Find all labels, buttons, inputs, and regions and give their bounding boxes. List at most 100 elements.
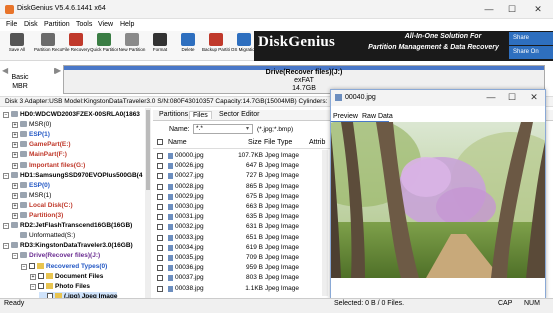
- disk-tree[interactable]: − HD0:WDCWD2003FZEX-00SRLA0(1863 + MSR(0) + E…: [0, 108, 151, 298]
- close-button[interactable]: ✕: [529, 3, 547, 16]
- file-checkbox[interactable]: [157, 275, 163, 282]
- tree-node[interactable]: − RD3:KingstonDataTraveler3.0(16GB): [3, 241, 133, 251]
- expand-icon[interactable]: +: [12, 122, 18, 129]
- preview-close-button[interactable]: ✕: [526, 91, 542, 104]
- tree-node[interactable]: − RD2:JetFlashTranscend16GB(16GB): [3, 221, 132, 231]
- file-row[interactable]: 00034.jpg 619 B Jpeg Image: [153, 243, 333, 253]
- file-checkbox[interactable]: [157, 183, 163, 190]
- file-checkbox[interactable]: [157, 163, 163, 170]
- select-all-checkbox[interactable]: [157, 139, 163, 145]
- tree-node[interactable]: + GamePart(E:): [12, 140, 71, 150]
- menu-disk[interactable]: Disk: [24, 21, 38, 28]
- expand-icon[interactable]: +: [12, 142, 18, 149]
- file-row[interactable]: 00031.jpg 635 B Jpeg Image: [153, 212, 333, 222]
- file-row[interactable]: 00036.jpg 959 B Jpeg Image: [153, 263, 333, 273]
- new-partition-button[interactable]: New Partition: [118, 33, 146, 60]
- file-checkbox[interactable]: [157, 285, 163, 292]
- expand-icon[interactable]: +: [12, 202, 18, 209]
- file-row[interactable]: 00032.jpg 631 B Jpeg Image: [153, 222, 333, 232]
- file-row[interactable]: 00028.jpg 865 B Jpeg Image: [153, 182, 333, 192]
- file-row[interactable]: 00029.jpg 675 B Jpeg Image: [153, 192, 333, 202]
- tree-checkbox[interactable]: [29, 262, 35, 269]
- file-checkbox[interactable]: [157, 204, 163, 210]
- expand-icon[interactable]: +: [12, 213, 18, 219]
- preview-tab-preview[interactable]: Preview: [333, 113, 358, 120]
- collapse-icon[interactable]: −: [3, 112, 9, 118]
- menu-file[interactable]: File: [6, 21, 17, 28]
- menu-help[interactable]: Help: [120, 21, 134, 28]
- file-checkbox[interactable]: [157, 234, 163, 241]
- tree-node[interactable]: − Photo Files: [30, 282, 90, 292]
- tree-scroll-thumb[interactable]: [146, 110, 150, 190]
- file-checkbox[interactable]: [157, 244, 163, 251]
- file-checkbox[interactable]: [157, 224, 163, 231]
- tree-node[interactable]: + ESP(1): [12, 130, 50, 140]
- tree-checkbox[interactable]: [38, 282, 44, 289]
- tree-node[interactable]: + Partition(3): [12, 211, 63, 221]
- save-button[interactable]: Save All: [3, 33, 31, 60]
- quick-partition-button[interactable]: Quick Partition: [90, 33, 118, 60]
- format-button[interactable]: Format: [146, 33, 174, 60]
- file-checkbox[interactable]: [157, 153, 163, 159]
- expand-icon[interactable]: +: [12, 192, 18, 199]
- tab-files[interactable]: Files: [189, 111, 212, 119]
- file-recovery-button[interactable]: File Recovery: [62, 33, 90, 60]
- file-row[interactable]: 00027.jpg 727 B Jpeg Image: [153, 171, 333, 181]
- expand-icon[interactable]: +: [12, 162, 18, 169]
- file-list-scrollbar[interactable]: [322, 150, 328, 296]
- collapse-icon[interactable]: −: [30, 283, 36, 290]
- file-checkbox[interactable]: [157, 265, 163, 272]
- delete-button[interactable]: Delete: [174, 33, 202, 60]
- tree-node[interactable]: − HD0:WDCWD2003FZEX-00SRLA0(1863: [3, 110, 140, 120]
- tree-checkbox[interactable]: [38, 272, 44, 279]
- file-checkbox[interactable]: [157, 214, 163, 221]
- file-checkbox[interactable]: [157, 193, 163, 200]
- tree-node[interactable]: + Document Files: [30, 272, 103, 282]
- column-attrib[interactable]: Attrib: [309, 139, 325, 146]
- partition-recovery-button[interactable]: Partition Recovery: [34, 33, 62, 60]
- tree-node[interactable]: + ESP(0): [12, 181, 50, 191]
- tree-node[interactable]: + Important files(G:): [12, 161, 85, 171]
- tree-node[interactable]: + MSR(0): [12, 120, 51, 130]
- collapse-icon[interactable]: −: [3, 223, 9, 230]
- tree-node[interactable]: − Recovered Types(0): [21, 262, 107, 272]
- file-checkbox[interactable]: [157, 255, 163, 261]
- menu-view[interactable]: View: [98, 21, 113, 28]
- file-row[interactable]: 00038.jpg 1.1KB Jpeg Image: [153, 284, 333, 294]
- menu-partition[interactable]: Partition: [44, 21, 70, 28]
- file-row[interactable]: 00030.jpg 663 B Jpeg Image: [153, 202, 333, 212]
- tree-node[interactable]: − HD1:SamsungSSD970EVOPlus500GB(4: [3, 171, 142, 181]
- share-button-1[interactable]: Share: [509, 32, 553, 45]
- file-row[interactable]: 00033.jpg 651 B Jpeg Image: [153, 233, 333, 243]
- collapse-icon[interactable]: −: [21, 263, 27, 270]
- file-row[interactable]: 00026.jpg 647 B Jpeg Image: [153, 161, 333, 171]
- chevron-down-icon[interactable]: ▾: [246, 125, 249, 132]
- tree-node[interactable]: + Local Disk(C:): [12, 201, 73, 211]
- collapse-icon[interactable]: −: [12, 253, 18, 260]
- file-checkbox[interactable]: [157, 173, 163, 180]
- tab-sector-editor[interactable]: Sector Editor: [216, 111, 262, 118]
- tab-partitions[interactable]: Partitions: [156, 111, 191, 118]
- tree-node[interactable]: + MainPart(F:): [12, 150, 67, 160]
- expand-icon[interactable]: +: [12, 132, 18, 139]
- collapse-icon[interactable]: −: [3, 172, 9, 179]
- tree-node[interactable]: Unformatted(S:): [12, 231, 75, 241]
- preview-tab-raw-data[interactable]: Raw Data: [362, 113, 393, 120]
- expand-icon[interactable]: +: [30, 273, 36, 280]
- maximize-button[interactable]: ☐: [503, 3, 521, 16]
- minimize-button[interactable]: —: [480, 3, 498, 16]
- tree-node[interactable]: + MSR(1): [12, 191, 51, 201]
- file-row[interactable]: 00037.jpg 803 B Jpeg Image: [153, 273, 333, 283]
- file-row[interactable]: 00035.jpg 709 B Jpeg Image: [153, 253, 333, 263]
- column-file-type[interactable]: File Type: [264, 139, 292, 146]
- expand-icon[interactable]: +: [12, 152, 18, 159]
- collapse-icon[interactable]: −: [3, 243, 9, 250]
- preview-minimize-button[interactable]: —: [483, 91, 499, 104]
- scroll-right-icon[interactable]: ▶: [55, 66, 61, 75]
- menu-tools[interactable]: Tools: [76, 21, 92, 28]
- column-name[interactable]: Name: [168, 139, 187, 146]
- column-size[interactable]: Size: [248, 139, 262, 146]
- file-row[interactable]: 00000.jpg 107.7KB Jpeg Image: [153, 151, 333, 161]
- share-button-2[interactable]: Share On: [509, 46, 553, 59]
- filter-input[interactable]: *.*: [193, 124, 253, 134]
